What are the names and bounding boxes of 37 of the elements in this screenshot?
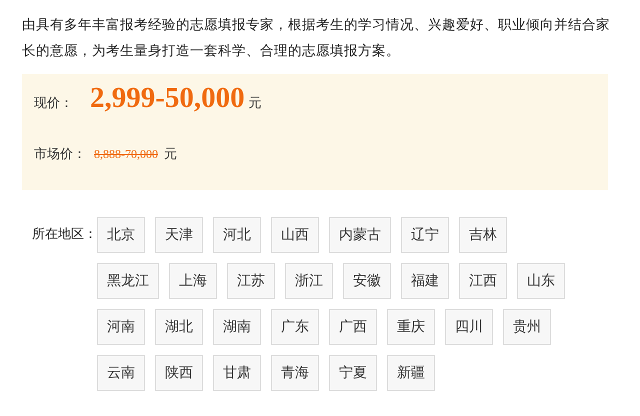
current-price: 2,999-50,000 [90, 82, 245, 115]
price-label: 现价： [34, 95, 74, 112]
region-option[interactable]: 山西 [271, 217, 319, 253]
region-option[interactable]: 上海 [169, 263, 217, 299]
region-option[interactable]: 浙江 [285, 263, 333, 299]
region-option[interactable]: 天津 [155, 217, 203, 253]
region-option[interactable]: 四川 [445, 309, 493, 345]
market-price-label: 市场价： [34, 146, 87, 163]
region-option[interactable]: 广西 [329, 309, 377, 345]
region-option[interactable]: 青海 [271, 355, 319, 391]
region-option[interactable]: 湖南 [213, 309, 261, 345]
region-option[interactable]: 山东 [517, 263, 565, 299]
currency-unit: 元 [164, 146, 177, 163]
region-option[interactable]: 吉林 [459, 217, 507, 253]
region-option[interactable]: 内蒙古 [329, 217, 391, 253]
region-label: 所在地区： [32, 226, 97, 244]
currency-unit: 元 [248, 95, 262, 112]
product-description: 由具有多年丰富报考经验的志愿填报专家，根据考生的学习情况、兴趣爱好、职业倾向并结合家长的意愿，为考生量身打造一套科学、合理的志愿填报方案。 [21, 16, 611, 61]
region-option[interactable]: 广东 [271, 309, 319, 345]
region-option[interactable]: 湖北 [155, 309, 203, 345]
region-option[interactable]: 黑龙江 [97, 263, 159, 299]
region-option[interactable]: 安徽 [343, 263, 391, 299]
region-option[interactable]: 宁夏 [329, 355, 377, 391]
region-option[interactable]: 江苏 [227, 263, 275, 299]
region-option[interactable]: 河南 [97, 309, 145, 345]
region-option[interactable]: 重庆 [387, 309, 435, 345]
region-option[interactable]: 贵州 [503, 309, 551, 345]
region-option[interactable]: 福建 [401, 263, 449, 299]
region-option[interactable]: 云南 [97, 355, 145, 391]
region-option[interactable]: 辽宁 [401, 217, 449, 253]
region-option[interactable]: 北京 [97, 217, 145, 253]
region-option[interactable]: 江西 [459, 263, 507, 299]
region-option[interactable]: 甘肃 [213, 355, 261, 391]
region-option[interactable]: 陕西 [155, 355, 203, 391]
market-price: 8,888-70,000 [94, 147, 158, 162]
region-option[interactable]: 新疆 [387, 355, 435, 391]
region-option[interactable]: 河北 [213, 217, 261, 253]
